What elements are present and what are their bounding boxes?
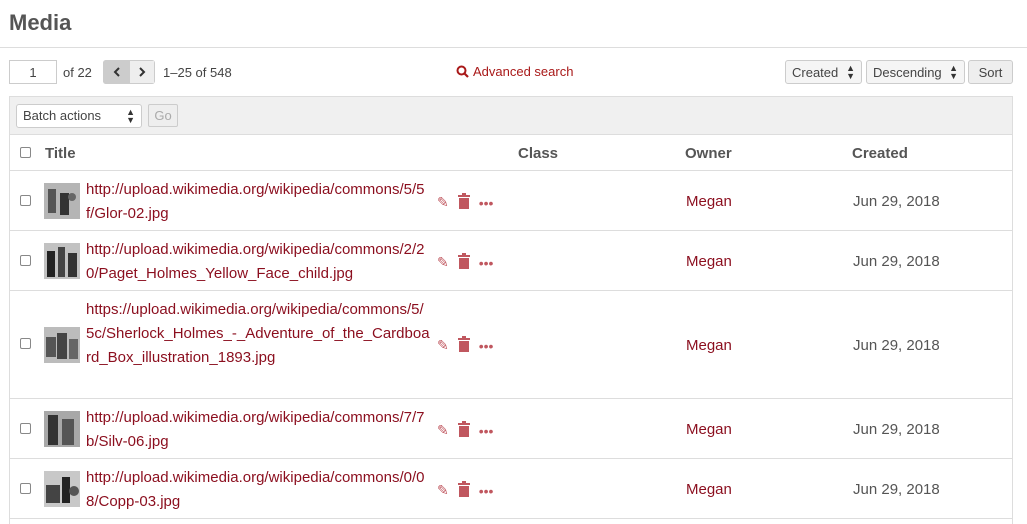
ellipsis-icon[interactable]: ••• <box>479 483 494 499</box>
row-actions: ✎ ••• <box>437 253 493 272</box>
chevron-right-icon <box>139 67 146 77</box>
media-title-link[interactable]: http://upload.wikimedia.org/wikipedia/co… <box>86 238 431 286</box>
next-page-button[interactable] <box>129 60 155 84</box>
sort-order-value: Descending <box>873 64 942 80</box>
media-thumbnail[interactable] <box>44 471 80 507</box>
media-thumbnail[interactable] <box>44 327 80 363</box>
page-count-text: of 22 <box>63 64 92 80</box>
trash-icon[interactable] <box>457 421 471 440</box>
owner-link[interactable]: Megan <box>686 253 732 270</box>
sort-button[interactable]: Sort <box>968 60 1013 84</box>
batch-actions-bar: Batch actions ▲ ▼ Go <box>10 97 1012 135</box>
row-actions: ✎ ••• <box>437 336 493 355</box>
owner-link[interactable]: Megan <box>686 337 732 354</box>
row-actions: ✎ ••• <box>437 421 493 440</box>
owner-link[interactable]: Megan <box>686 421 732 438</box>
table-row: https://upload.wikimedia.org/wikipedia/c… <box>10 291 1012 399</box>
table-row: http://upload.wikimedia.org/wikipedia/co… <box>10 399 1012 459</box>
page-nav-buttons <box>103 60 155 84</box>
ellipsis-icon[interactable]: ••• <box>479 423 494 439</box>
trash-icon[interactable] <box>457 253 471 272</box>
table-row: http://upload.wikimedia.org/wikipedia/co… <box>10 231 1012 291</box>
media-thumbnail[interactable] <box>44 183 80 219</box>
advanced-search-label: Advanced search <box>473 64 574 79</box>
created-date: Jun 29, 2018 <box>853 481 940 498</box>
created-date: Jun 29, 2018 <box>853 253 940 270</box>
media-table: Batch actions ▲ ▼ Go Title Class Owner Cr… <box>9 96 1013 524</box>
row-checkbox[interactable] <box>20 338 31 349</box>
page-title: Media <box>9 10 72 35</box>
previous-page-button[interactable] <box>103 60 129 84</box>
page-header: Media <box>0 0 1027 48</box>
sort-order-select[interactable]: Descending ▲ ▼ <box>866 60 965 84</box>
pencil-icon[interactable]: ✎ <box>437 482 449 499</box>
ellipsis-icon[interactable]: ••• <box>479 195 494 211</box>
advanced-search-link[interactable]: Advanced search <box>456 64 573 79</box>
trash-icon[interactable] <box>457 193 471 212</box>
table-row: http://upload.wikimedia.org/wikipedia/co… <box>10 171 1012 231</box>
ellipsis-icon[interactable]: ••• <box>479 255 494 271</box>
batch-actions-value: Batch actions <box>23 108 102 123</box>
select-arrows-icon: ▲ ▼ <box>949 63 958 81</box>
pagination: of 22 1–25 of 548 <box>9 60 232 84</box>
select-arrows-icon: ▲ ▼ <box>126 106 135 125</box>
row-checkbox[interactable] <box>20 195 31 206</box>
created-date: Jun 29, 2018 <box>853 421 940 438</box>
sort-controls: Created ▲ ▼ Descending ▲ ▼ Sort <box>785 60 1013 84</box>
trash-icon[interactable] <box>457 336 471 355</box>
select-arrows-icon: ▲ ▼ <box>846 63 855 81</box>
sort-by-select[interactable]: Created ▲ ▼ <box>785 60 862 84</box>
media-title-link[interactable]: http://upload.wikimedia.org/wikipedia/co… <box>86 406 431 454</box>
media-thumbnail[interactable] <box>44 411 80 447</box>
result-range: 1–25 of 548 <box>163 64 232 80</box>
row-actions: ✎ ••• <box>437 481 493 500</box>
chevron-left-icon <box>113 67 120 77</box>
row-checkbox[interactable] <box>20 423 31 434</box>
column-title[interactable]: Title <box>45 145 76 162</box>
media-thumbnail[interactable] <box>44 243 80 279</box>
search-icon <box>456 65 469 78</box>
owner-link[interactable]: Megan <box>686 481 732 498</box>
batch-actions-select[interactable]: Batch actions ▲ ▼ <box>16 103 142 128</box>
created-date: Jun 29, 2018 <box>853 337 940 354</box>
trash-icon[interactable] <box>457 481 471 500</box>
owner-link[interactable]: Megan <box>686 193 732 210</box>
page-number-input[interactable] <box>9 60 57 84</box>
media-title-link[interactable]: http://upload.wikimedia.org/wikipedia/co… <box>86 466 431 514</box>
select-all-checkbox[interactable] <box>20 147 31 158</box>
pencil-icon[interactable]: ✎ <box>437 194 449 211</box>
table-header: Title Class Owner Created <box>10 135 1012 171</box>
column-class[interactable]: Class <box>518 145 558 162</box>
pencil-icon[interactable]: ✎ <box>437 422 449 439</box>
ellipsis-icon[interactable]: ••• <box>479 338 494 354</box>
row-checkbox[interactable] <box>20 483 31 494</box>
pencil-icon[interactable]: ✎ <box>437 254 449 271</box>
row-actions: ✎ ••• <box>437 193 493 212</box>
row-checkbox[interactable] <box>20 255 31 266</box>
created-date: Jun 29, 2018 <box>853 193 940 210</box>
sort-by-value: Created <box>792 64 839 80</box>
media-title-link[interactable]: https://upload.wikimedia.org/wikipedia/c… <box>86 298 431 370</box>
go-button[interactable]: Go <box>148 104 178 127</box>
pencil-icon[interactable]: ✎ <box>437 337 449 354</box>
media-title-link[interactable]: http://upload.wikimedia.org/wikipedia/co… <box>86 178 431 226</box>
column-owner[interactable]: Owner <box>685 145 732 162</box>
column-created[interactable]: Created <box>852 145 908 162</box>
table-row: http://upload.wikimedia.org/wikipedia/co… <box>10 459 1012 519</box>
